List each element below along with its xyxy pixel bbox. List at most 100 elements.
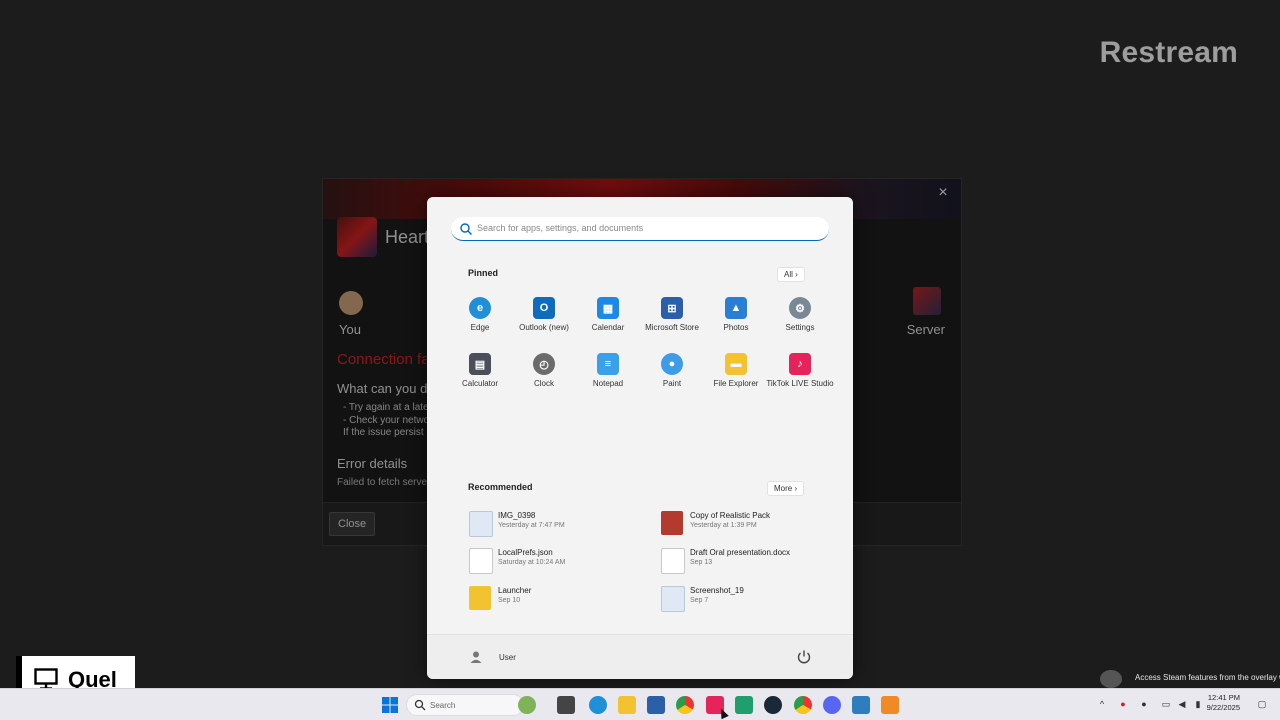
- pinned-app-calculator[interactable]: ▤ Calculator: [445, 353, 515, 389]
- pinned-app-notepad[interactable]: ≡ Notepad: [573, 353, 643, 389]
- recommended-time: Yesterday at 1:39 PM: [690, 522, 757, 529]
- app-label: Settings: [785, 323, 815, 332]
- pinned-app-paint[interactable]: ● Paint: [637, 353, 707, 389]
- pinned-app-clock[interactable]: ◴ Clock: [509, 353, 579, 389]
- app-label: Outlook (new): [519, 323, 569, 332]
- power-icon[interactable]: [795, 648, 813, 666]
- app-icon[interactable]: [852, 696, 870, 714]
- tray-app-icon[interactable]: ●: [1117, 698, 1129, 710]
- clock-icon: ◴: [533, 353, 555, 375]
- recommended-time: Saturday at 10:24 AM: [498, 559, 566, 566]
- pinned-app-tiktok-live-studio[interactable]: ♪ TikTok LIVE Studio: [765, 353, 835, 389]
- app-label: Notepad: [592, 379, 624, 388]
- search-icon: [414, 699, 426, 711]
- recommended-item[interactable]: Launcher Sep 10: [469, 584, 649, 612]
- server-avatar: [913, 287, 941, 315]
- microphone-icon[interactable]: ●: [1138, 698, 1150, 710]
- close-button[interactable]: Close: [329, 512, 376, 536]
- recommended-item[interactable]: Copy of Realistic Pack Yesterday at 1:39…: [661, 509, 841, 537]
- tip-item: - Check your netwo: [343, 414, 430, 426]
- pinned-app-edge[interactable]: e Edge: [445, 297, 515, 333]
- taskbar-search-label: Search: [430, 701, 456, 710]
- volume-icon[interactable]: ◀: [1176, 698, 1188, 710]
- recommended-item[interactable]: IMG_0398 Yesterday at 7:47 PM: [469, 509, 649, 537]
- folder-icon[interactable]: [618, 696, 636, 714]
- folder-icon: ▬: [725, 353, 747, 375]
- search-placeholder: Search for apps, settings, and documents: [477, 223, 644, 233]
- app-icon[interactable]: [881, 696, 899, 714]
- recommended-item[interactable]: Draft Oral presentation.docx Sep 13: [661, 546, 841, 574]
- notepad-icon: ≡: [597, 353, 619, 375]
- what-can-you-do-heading: What can you do: [337, 381, 435, 396]
- chevron-up-icon[interactable]: ^: [1096, 698, 1108, 710]
- image-file-icon: [661, 586, 685, 612]
- search-icon: [460, 223, 472, 235]
- error-details-heading: Error details: [337, 456, 408, 471]
- gear-icon: ⚙: [789, 297, 811, 319]
- start-search-input[interactable]: Search for apps, settings, and documents: [451, 217, 829, 241]
- recommended-time: Yesterday at 7:47 PM: [498, 522, 565, 529]
- close-icon[interactable]: ×: [931, 181, 955, 205]
- notification-icon[interactable]: ▢: [1256, 698, 1268, 710]
- file-icon: [469, 548, 493, 574]
- pinned-app-photos[interactable]: ▲ Photos: [701, 297, 771, 333]
- taskbar: Search ^ ● ● ▭ ◀ ▮ 12:41 PM 9/22/2025 ▢: [0, 688, 1280, 720]
- steam-icon: [1100, 670, 1122, 688]
- recommended-name: IMG_0398: [498, 511, 536, 520]
- start-menu-footer: User: [427, 634, 853, 679]
- tip-item: If the issue persist: [343, 427, 424, 438]
- app-icon[interactable]: [735, 696, 753, 714]
- recommended-item[interactable]: Screenshot_19 Sep 7: [661, 584, 841, 612]
- app-label: TikTok LIVE Studio: [766, 379, 834, 388]
- recommended-name: Draft Oral presentation.docx: [690, 548, 791, 557]
- file-icon: [661, 548, 685, 574]
- user-icon: [470, 651, 482, 663]
- calculator-icon: ▤: [469, 353, 491, 375]
- app-label: Calendar: [591, 323, 625, 332]
- clock-date: 9/22/2025: [1206, 703, 1240, 712]
- pinned-app-calendar[interactable]: ▦ Calendar: [573, 297, 643, 333]
- pinned-app-store[interactable]: ⊞ Microsoft Store: [637, 297, 707, 333]
- pinned-app-file-explorer[interactable]: ▬ File Explorer: [701, 353, 771, 389]
- error-message: Failed to fetch serve: [337, 477, 428, 488]
- more-button[interactable]: More ›: [767, 481, 805, 496]
- app-label: File Explorer: [713, 379, 759, 388]
- restream-watermark: Restream: [1099, 36, 1238, 69]
- taskbar-search[interactable]: Search: [406, 694, 524, 716]
- clock-time: 12:41 PM: [1207, 693, 1240, 702]
- chrome-icon[interactable]: [676, 696, 694, 714]
- recommended-title: Recommended: [468, 482, 533, 492]
- chrome-icon[interactable]: [794, 696, 812, 714]
- pinned-app-outlook[interactable]: O Outlook (new): [509, 297, 579, 333]
- recommended-time: Sep 7: [690, 597, 709, 604]
- app-label: Clock: [533, 379, 554, 388]
- all-apps-button[interactable]: All ›: [777, 267, 805, 282]
- outlook-icon: O: [533, 297, 555, 319]
- recommended-name: Launcher: [498, 586, 532, 595]
- steam-overlay-toast[interactable]: Access Steam features from the overlay w…: [1098, 668, 1280, 690]
- connection-failed-heading: Connection fa: [337, 351, 430, 368]
- battery-icon[interactable]: ▮: [1192, 698, 1204, 710]
- server-logo: [337, 217, 377, 257]
- server-label: Server: [906, 322, 945, 337]
- photos-icon: ▲: [725, 297, 747, 319]
- tiktok-icon: ♪: [789, 353, 811, 375]
- user-avatar: [339, 291, 363, 315]
- tips-list: - Try again at a later - Check your netw…: [343, 402, 432, 440]
- recommended-time: Sep 13: [690, 559, 713, 566]
- steam-icon[interactable]: [764, 696, 782, 714]
- app-label: Microsoft Store: [645, 323, 699, 332]
- discord-icon[interactable]: [823, 696, 841, 714]
- taskbar-clock[interactable]: 12:41 PM 9/22/2025: [1207, 693, 1240, 713]
- recommended-item[interactable]: LocalPrefs.json Saturday at 10:24 AM: [469, 546, 649, 574]
- task-view-icon[interactable]: [557, 696, 575, 714]
- recommended-name: LocalPrefs.json: [498, 548, 553, 557]
- widget-icon[interactable]: [518, 696, 536, 714]
- pinned-app-settings[interactable]: ⚙ Settings: [765, 297, 835, 333]
- windows-start-icon[interactable]: [381, 696, 399, 714]
- pinned-title: Pinned: [468, 268, 499, 278]
- network-icon[interactable]: ▭: [1160, 698, 1172, 710]
- edge-icon[interactable]: [589, 696, 607, 714]
- store-icon[interactable]: [647, 696, 665, 714]
- recommended-name: Copy of Realistic Pack: [690, 511, 771, 520]
